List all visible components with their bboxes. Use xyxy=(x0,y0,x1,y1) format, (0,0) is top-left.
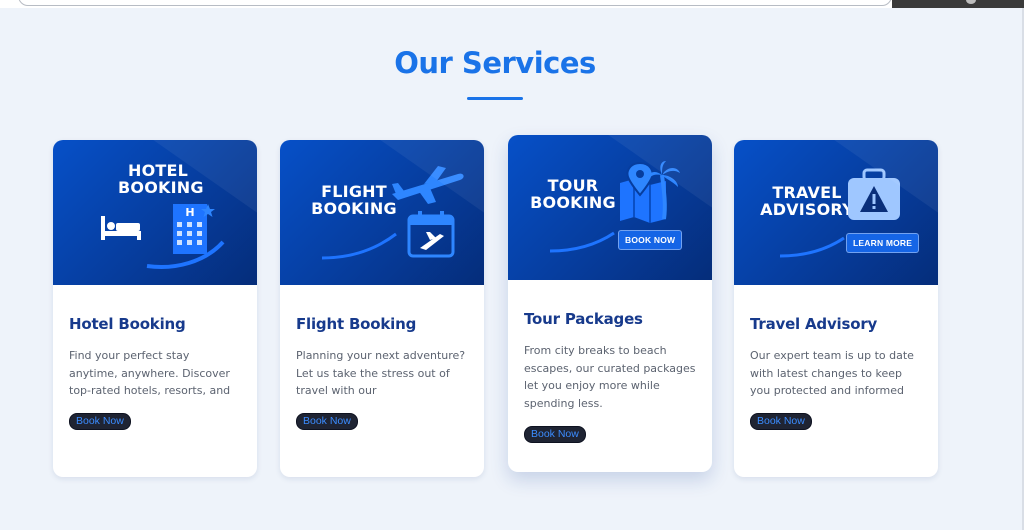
address-bar[interactable] xyxy=(18,0,892,6)
card-description: Find your perfect stay anytime, anywhere… xyxy=(69,349,231,397)
banner-book-now-button[interactable]: BOOK NOW xyxy=(618,230,683,250)
flight-banner: FLIGHT BOOKING xyxy=(280,140,484,285)
book-now-button[interactable]: Book Now xyxy=(524,426,586,443)
banner-heading: HOTEL BOOKING xyxy=(118,161,204,197)
card-title: Hotel Booking xyxy=(69,315,186,333)
advisory-banner: TRAVEL ADVISORY LEARN MORE xyxy=(734,140,938,285)
tour-banner: TOUR BOOKING BOOK NOW xyxy=(508,135,712,280)
service-card-flight[interactable]: FLIGHT BOOKING Flight Booking Planning yo… xyxy=(280,140,484,477)
airplane-icon xyxy=(392,166,464,204)
service-card-advisory[interactable]: TRAVEL ADVISORY LEARN MORE Travel Advisor… xyxy=(734,140,938,477)
card-title: Travel Advisory xyxy=(750,315,878,333)
book-now-button[interactable]: Book Now xyxy=(750,413,812,430)
swoosh-decoration xyxy=(779,236,845,258)
card-title: Tour Packages xyxy=(524,310,643,328)
bed-icon xyxy=(101,216,141,240)
svg-text:H: H xyxy=(185,206,194,219)
hotel-banner: HOTEL BOOKING H xyxy=(53,140,257,285)
palm-tree-icon xyxy=(648,161,680,220)
service-card-hotel[interactable]: HOTELBOOKING H Hotel Booking Find your xyxy=(53,140,257,477)
book-now-button[interactable]: Book Now xyxy=(69,413,131,430)
suitcase-warning-icon xyxy=(848,168,900,220)
card-description: Planning your next adventure? Let us tak… xyxy=(296,349,466,397)
learn-more-button[interactable]: LEARN MORE xyxy=(846,233,920,253)
browser-top-strip xyxy=(0,0,1024,8)
browser-toolbar-right xyxy=(892,0,1024,8)
star-icon xyxy=(201,204,215,217)
banner-heading: TOUR BOOKING xyxy=(530,176,616,212)
service-card-tour[interactable]: TOUR BOOKING BOOK NOW Tour Packages From … xyxy=(508,135,712,472)
card-description: From city breaks to beach escapes, our c… xyxy=(524,344,696,410)
swoosh-decoration xyxy=(321,232,397,260)
banner-heading: TRAVEL ADVISORY xyxy=(760,183,854,219)
book-now-button[interactable]: Book Now xyxy=(296,413,358,430)
calendar-flight-icon xyxy=(407,211,455,258)
title-underline xyxy=(467,97,523,100)
swoosh-decoration xyxy=(146,240,225,269)
card-title: Flight Booking xyxy=(296,315,417,333)
card-description: Our expert team is up to date with lates… xyxy=(750,349,914,397)
swoosh-decoration xyxy=(549,231,615,253)
section-title: Our Services xyxy=(394,46,596,80)
